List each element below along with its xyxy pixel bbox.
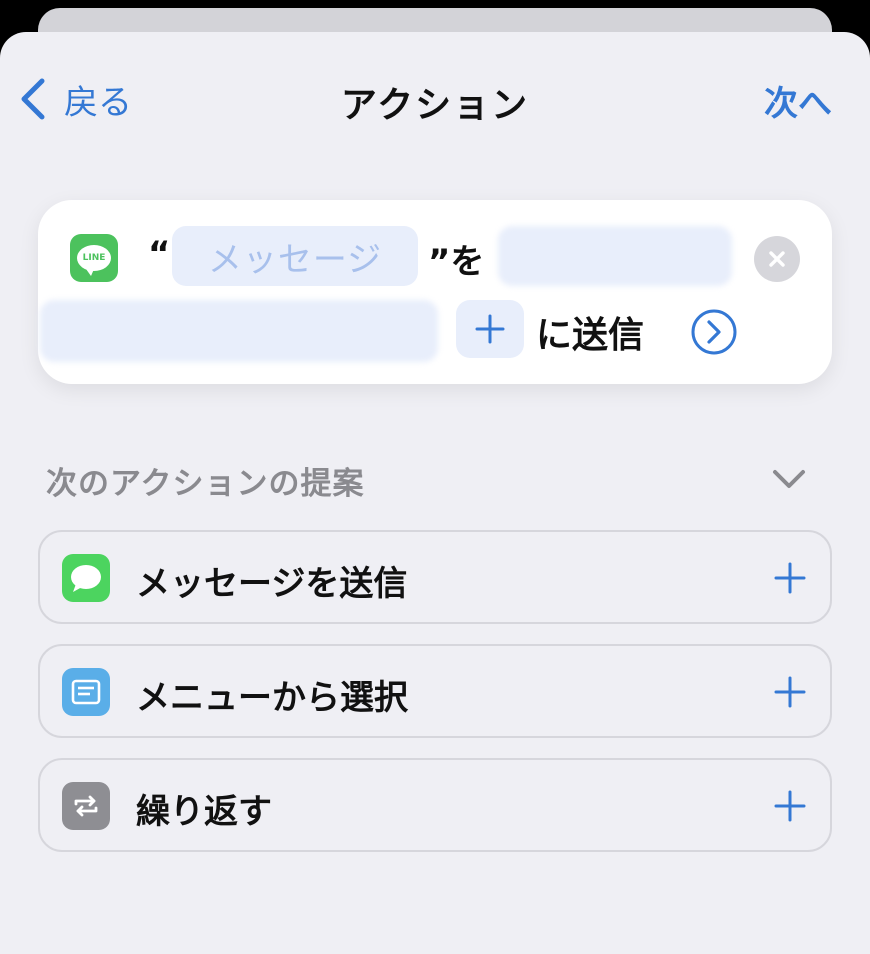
suggestion-label: 繰り返す <box>136 792 272 832</box>
quote-close: ”を <box>428 242 485 282</box>
next-button[interactable]: 次へ <box>764 76 832 125</box>
plus-icon <box>475 314 505 344</box>
menu-icon <box>62 668 110 716</box>
message-token[interactable]: メッセージ <box>172 226 418 286</box>
repeat-icon <box>62 782 110 830</box>
quote-open: “ <box>148 234 171 274</box>
recipient-token-redacted[interactable] <box>498 226 732 286</box>
page-title: アクション <box>340 85 530 126</box>
suggestion-repeat[interactable]: 繰り返す <box>38 758 832 852</box>
line-logo: LINE <box>77 245 111 276</box>
send-line-action-card: LINE “ メッセージ ”を に送信 <box>38 200 832 384</box>
add-send-message-button[interactable] <box>770 558 810 598</box>
navigation-bar: 戻る アクション 次へ <box>0 32 870 162</box>
suggestion-choose-from-menu[interactable]: メニューから選択 <box>38 644 832 738</box>
clear-button[interactable] <box>754 236 800 282</box>
plus-icon <box>774 790 806 822</box>
add-choose-from-menu-button[interactable] <box>770 672 810 712</box>
modal-sheet: 戻る アクション 次へ LINE “ メッセージ ”を に送信 次のアクションの… <box>0 32 870 954</box>
suggestions-header: 次のアクションの提案 <box>46 466 365 502</box>
add-repeat-button[interactable] <box>770 786 810 826</box>
plus-icon <box>774 562 806 594</box>
suggestion-label: メッセージを送信 <box>136 564 408 604</box>
send-label: に送信 <box>536 315 645 356</box>
chevron-down-icon[interactable] <box>770 464 808 494</box>
suggestion-send-message[interactable]: メッセージを送信 <box>38 530 832 624</box>
plus-icon <box>774 676 806 708</box>
suggestion-label: メニューから選択 <box>136 678 408 718</box>
line-icon: LINE <box>70 234 118 282</box>
add-recipient-button[interactable] <box>456 300 524 358</box>
messages-icon <box>62 554 110 602</box>
close-icon <box>769 251 785 267</box>
chevron-right-circle-icon[interactable] <box>690 308 738 356</box>
recipient-token-redacted-2[interactable] <box>40 300 438 362</box>
